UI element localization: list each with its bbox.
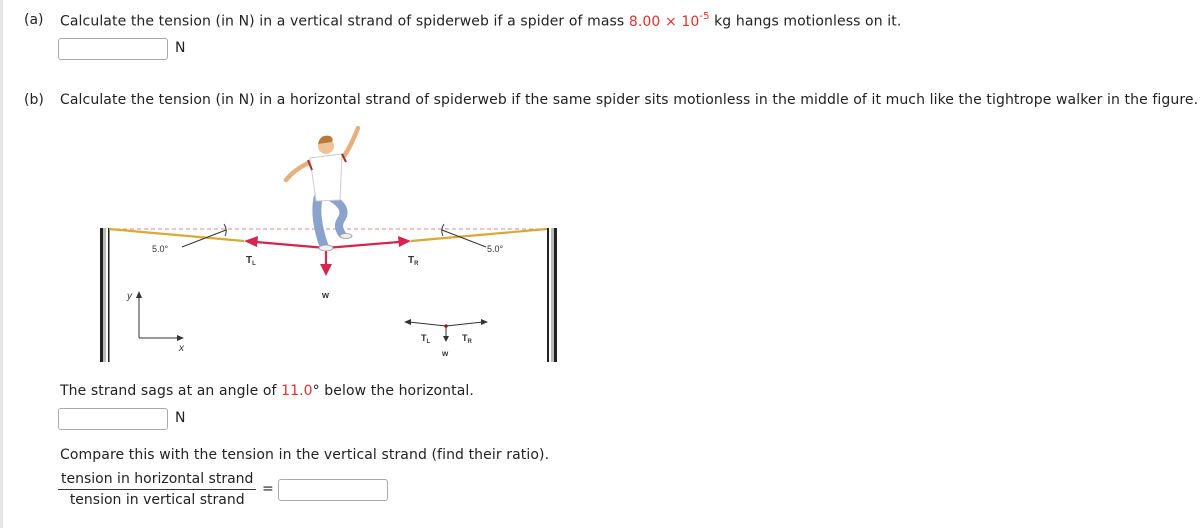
- part-a-answer-input[interactable]: [58, 38, 168, 60]
- left-post: [100, 228, 110, 362]
- compare-text: Compare this with the tension in the ver…: [60, 447, 550, 463]
- sag-statement: The strand sags at an angle of 11.0° bel…: [60, 383, 474, 399]
- weight-arrow: [320, 248, 332, 276]
- rope-right: [410, 227, 548, 243]
- angle-label-right: 5.0°: [487, 244, 504, 254]
- equals-sign: =: [262, 481, 274, 497]
- tension-right-label: TR: [408, 255, 419, 267]
- axes-icon: [136, 291, 184, 341]
- tension-right-subscript: R: [414, 261, 419, 267]
- ratio-answer-input[interactable]: [278, 479, 388, 501]
- part-a-unit: N: [175, 40, 186, 56]
- sag-text-after: ° below the horizontal.: [312, 383, 474, 399]
- part-a-question: Calculate the tension (in N) in a vertic…: [60, 11, 902, 30]
- angle-label-left: 5.0°: [152, 244, 169, 254]
- fbd-weight-label: w: [441, 349, 449, 358]
- ratio-numerator: tension in horizontal strand: [58, 471, 257, 490]
- tension-left-label: TL: [246, 255, 256, 267]
- fbd-tension-right-label: TR: [462, 333, 473, 345]
- ratio-fraction: tension in horizontal strand tension in …: [58, 471, 257, 508]
- tension-left-arrow: [244, 236, 327, 250]
- tightrope-figure: 5.0° 5.0° TL TR w y x TL TR w: [100, 125, 557, 362]
- tension-left-subscript: L: [252, 261, 256, 267]
- fbd-tension-left-label: TL: [421, 333, 431, 345]
- axis-x-label: x: [178, 343, 185, 354]
- sag-angle-value: 11.0: [281, 383, 313, 399]
- right-post: [547, 228, 557, 362]
- tightrope-walker-illustration: [283, 125, 361, 252]
- ratio-denominator: tension in vertical strand: [69, 492, 245, 508]
- axis-y-label: y: [126, 291, 133, 302]
- left-border: [0, 0, 3, 528]
- part-b-label: (b): [24, 92, 44, 108]
- part-b-unit: N: [175, 410, 186, 426]
- free-body-diagram: [404, 319, 488, 342]
- part-a-label: (a): [24, 12, 44, 28]
- fbd-tension-left-subscript: L: [427, 339, 431, 345]
- mass-value: 8.00 × 10-5: [628, 11, 710, 30]
- tension-right-arrow: [325, 236, 411, 250]
- part-b-answer-input[interactable]: [58, 408, 168, 430]
- part-a-text-after: kg hangs motionless on it.: [709, 13, 902, 30]
- part-b-question: Calculate the tension (in N) in a horizo…: [60, 92, 1199, 108]
- sag-text-before: The strand sags at an angle of: [60, 383, 282, 399]
- weight-label: w: [321, 290, 330, 300]
- mass-exponent: -5: [699, 11, 710, 22]
- part-a-text-before: Calculate the tension (in N) in a vertic…: [60, 13, 629, 30]
- mass-mantissa: 8.00 × 10: [628, 13, 700, 30]
- fbd-tension-right-subscript: R: [468, 339, 473, 345]
